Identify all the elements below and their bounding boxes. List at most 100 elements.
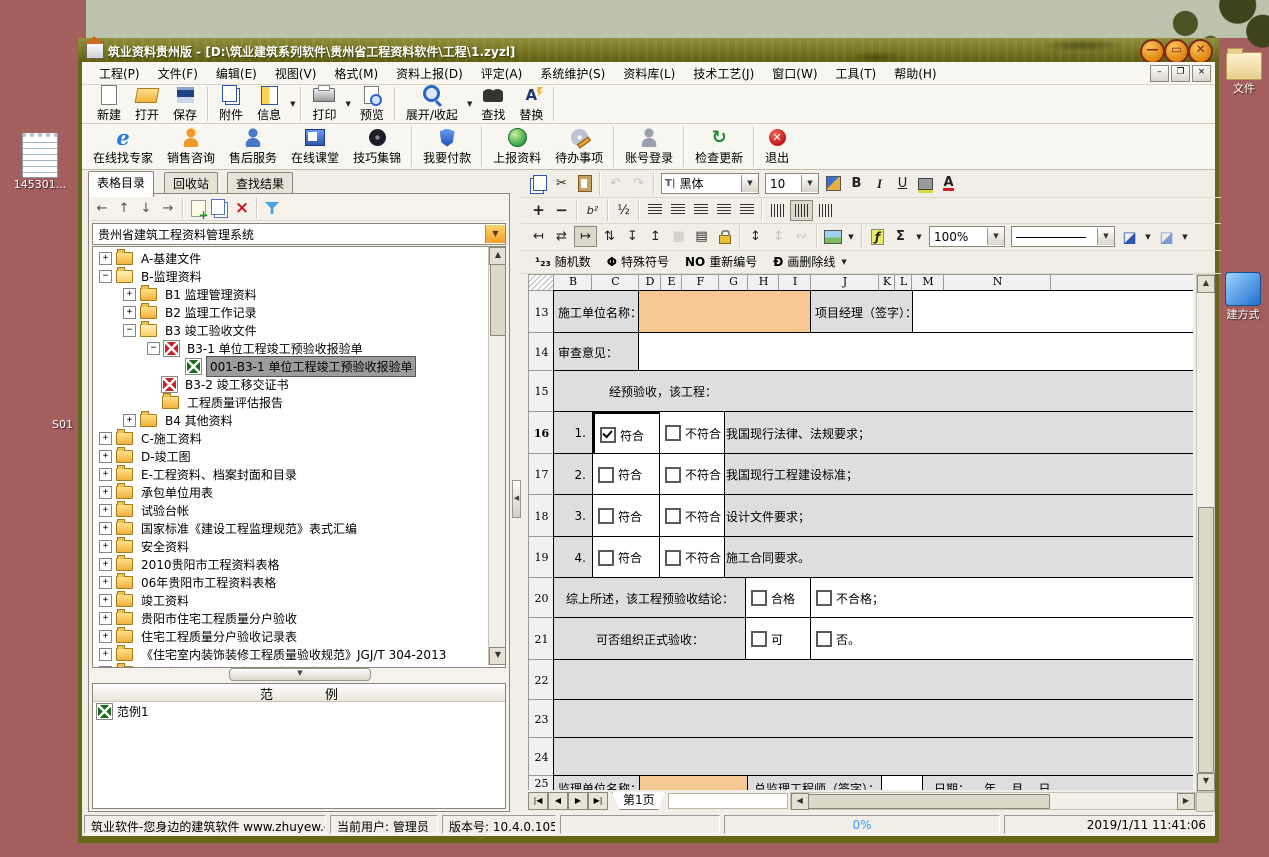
cell-option-nonconform-2[interactable]: 不符合: [659, 453, 725, 496]
line-style-combobox[interactable]: ▼: [1011, 226, 1115, 247]
cell-construction-unit-input[interactable]: [638, 290, 812, 334]
scroll-up-icon[interactable]: ▲: [489, 247, 506, 265]
toolbar-button-8[interactable]: 上报资料: [486, 127, 548, 167]
toolbar-button-8[interactable]: 预览: [353, 84, 391, 124]
tree-toggle-icon[interactable]: −: [99, 270, 112, 283]
splitter-collapse-icon[interactable]: ◀: [512, 480, 521, 518]
cell-option-nonconform-3[interactable]: 不符合: [659, 494, 725, 538]
tree-scrollbar[interactable]: ▲ ▼: [488, 247, 505, 665]
cell-option-qualified[interactable]: 合格: [745, 577, 812, 619]
underline-icon[interactable]: U: [892, 174, 913, 193]
copy-form-icon[interactable]: [209, 198, 231, 218]
tree-item-15[interactable]: +国家标准《建设工程监理规范》表式汇编: [99, 519, 360, 537]
menu-item-3[interactable]: 视图(V): [266, 62, 326, 85]
fill-color-icon[interactable]: [915, 174, 936, 193]
tree-toggle-icon[interactable]: +: [99, 522, 112, 535]
tab-表格目录[interactable]: 表格目录: [88, 171, 154, 197]
lock-icon[interactable]: [714, 227, 735, 246]
scroll-down-icon[interactable]: ▼: [489, 647, 506, 665]
desktop-icon-shortcut[interactable]: 建方式: [1220, 272, 1266, 322]
down-icon[interactable]: ↓: [135, 198, 157, 218]
row-empty-22[interactable]: [553, 659, 1193, 701]
toolbar-button-9[interactable]: 待办事项: [548, 127, 610, 167]
table-grid-icon[interactable]: ▤: [691, 227, 712, 246]
fmt-button-special-symbol[interactable]: Φ特殊符号: [607, 253, 669, 270]
toolbar-button-0[interactable]: e在线找专家: [86, 127, 160, 167]
cell-chief-engineer-input[interactable]: [881, 776, 923, 790]
up-icon[interactable]: ↑: [113, 198, 135, 218]
grid-vertical-scrollbar[interactable]: ▲ ▼: [1196, 274, 1215, 792]
dd-icon[interactable]: ▼: [1142, 227, 1154, 246]
row-header-21[interactable]: 21: [528, 617, 555, 661]
insert-image-icon[interactable]: [822, 227, 843, 246]
merge-right-icon[interactable]: ↦: [574, 226, 597, 247]
vertical-text-right-icon[interactable]: [815, 201, 836, 220]
border-diagonal-up-icon[interactable]: ◪: [1156, 227, 1177, 246]
align-distribute-icon[interactable]: [736, 201, 757, 220]
desktop-icon-folder[interactable]: 文件: [1222, 52, 1266, 96]
row-header-23[interactable]: 23: [528, 699, 555, 739]
tree-toggle-icon[interactable]: +: [99, 576, 112, 589]
mdi-minimize-button[interactable]: –: [1150, 65, 1169, 82]
tree-item-4[interactable]: −B3 竣工验收文件: [123, 321, 260, 339]
mdi-restore-button[interactable]: ❐: [1171, 65, 1190, 82]
cell-option-conform-2[interactable]: 符合: [592, 453, 661, 496]
plus-icon[interactable]: +: [528, 201, 549, 220]
tree-item-22[interactable]: +《住宅室内装饰装修工程质量验收规范》JGJ/T 304-2013: [99, 645, 449, 663]
tree-item-18[interactable]: +06年贵阳市工程资料表格: [99, 573, 279, 591]
tree-toggle-icon[interactable]: +: [99, 612, 112, 625]
toolbar-button-5[interactable]: 信息: [250, 84, 288, 124]
grid-horizontal-scrollbar[interactable]: ◀ ▶: [790, 792, 1196, 810]
tree-item-19[interactable]: +竣工资料: [99, 591, 192, 609]
split-row-icon[interactable]: ⇄: [551, 227, 572, 246]
option-yes-checkbox[interactable]: [751, 631, 767, 647]
toolbar-button-10[interactable]: 展开/收起: [399, 84, 465, 124]
desktop-icon-label-s01[interactable]: S01: [52, 418, 73, 431]
fmt-button-strikeout-line[interactable]: Đ画删除线▼: [773, 253, 848, 270]
tree-item-16[interactable]: +安全资料: [99, 537, 192, 555]
zoom-combobox[interactable]: 100%▼: [929, 226, 1005, 247]
row-header-17[interactable]: 17: [528, 453, 555, 496]
dropdown-icon[interactable]: ▼: [467, 100, 472, 108]
cell-project-manager-input[interactable]: [912, 290, 1193, 334]
tree-toggle-icon[interactable]: +: [99, 648, 112, 661]
tree-toggle-icon[interactable]: −: [147, 342, 160, 355]
tree-item-0[interactable]: +A-基建文件: [99, 249, 204, 267]
first-sheet-icon[interactable]: |◀: [528, 792, 548, 810]
qualified-checkbox[interactable]: [751, 590, 767, 606]
tree-toggle-icon[interactable]: +: [99, 504, 112, 517]
mdi-close-button[interactable]: ×: [1192, 65, 1211, 82]
dropdown-icon[interactable]: ▼: [741, 175, 758, 192]
minus-icon[interactable]: −: [551, 201, 572, 220]
option-no-checkbox[interactable]: [816, 631, 832, 647]
menu-item-11[interactable]: 工具(T): [827, 62, 886, 85]
minimize-button[interactable]: —: [1140, 39, 1165, 64]
conform-checkbox[interactable]: [598, 508, 614, 524]
forward-icon[interactable]: →: [157, 198, 179, 218]
row-supervision-unit[interactable]: 监理单位名称：总监理工程师（签字）：日期：年 月 日: [553, 775, 1193, 790]
menu-item-7[interactable]: 系统维护(S): [531, 62, 614, 85]
tree-toggle-icon[interactable]: +: [99, 558, 112, 571]
cell-option-conform-4[interactable]: 符合: [592, 536, 661, 579]
tree-toggle-icon[interactable]: +: [99, 450, 112, 463]
desktop-icon-text-file[interactable]: 145301...: [10, 133, 70, 191]
dd-icon[interactable]: ▼: [913, 227, 925, 246]
tree-toggle-icon[interactable]: +: [99, 486, 112, 499]
fmt-button-renumber[interactable]: NO重新编号: [685, 253, 757, 270]
toolbar-button-4[interactable]: 附件: [212, 84, 250, 124]
cell-supervision-unit-input[interactable]: [639, 776, 748, 790]
row-header-15[interactable]: 15: [528, 370, 555, 413]
cell-pre-acceptance-label[interactable]: 经预验收，该工程：: [553, 370, 1193, 413]
split-cell-icon[interactable]: ↥: [645, 227, 666, 246]
delete-icon[interactable]: ×: [231, 198, 253, 218]
bold-icon[interactable]: B: [846, 174, 867, 193]
font-size-combobox[interactable]: 10▼: [765, 173, 819, 194]
cell-option-conform-1[interactable]: 符合: [592, 411, 665, 459]
sum-icon[interactable]: Σ: [890, 227, 911, 246]
grid-scrollbar-thumb[interactable]: [1198, 507, 1214, 773]
menu-item-1[interactable]: 文件(F): [149, 62, 207, 85]
cell-review-opinion-input[interactable]: [638, 332, 1193, 372]
row-empty-24[interactable]: [553, 737, 1193, 777]
tree-item-7[interactable]: B3-2 竣工移交证书: [147, 375, 292, 393]
conform-checkbox[interactable]: [598, 550, 614, 566]
